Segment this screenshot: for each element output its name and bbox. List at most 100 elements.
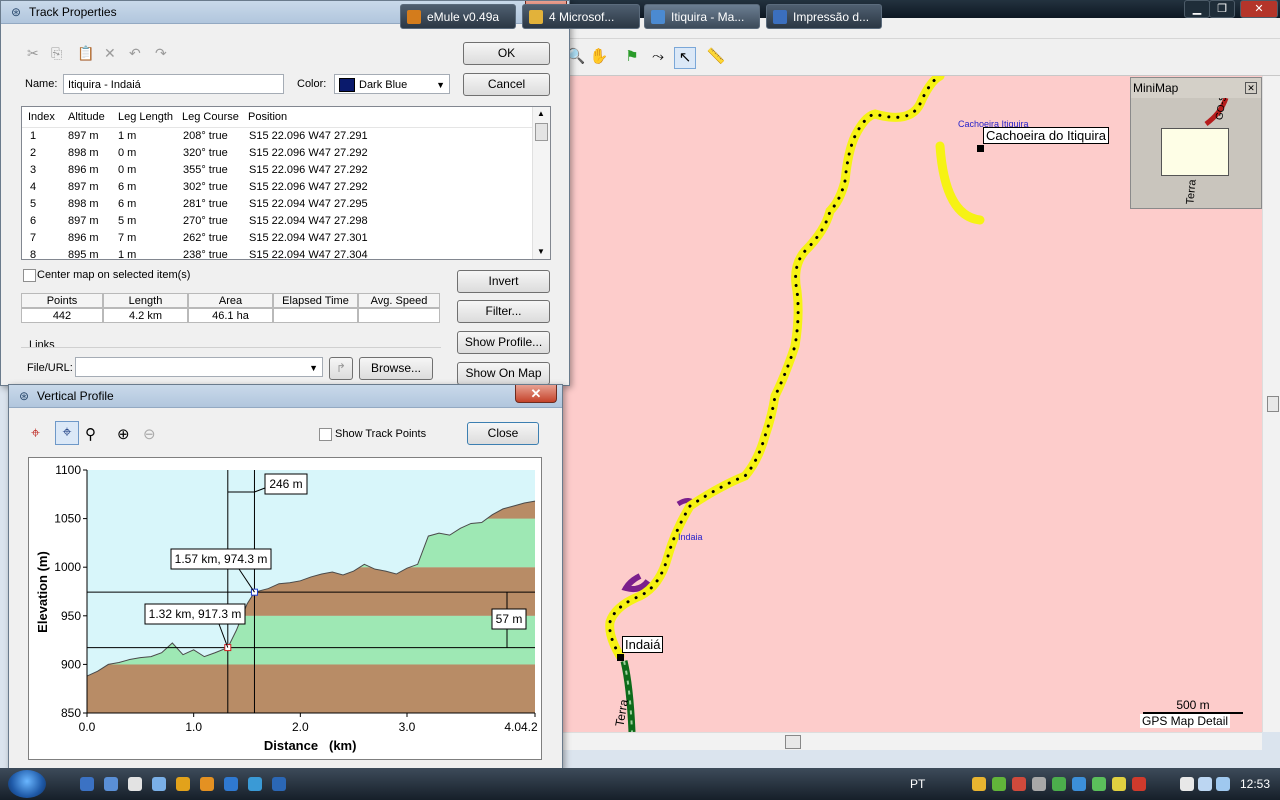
paste-icon[interactable]: 📋 [77, 45, 94, 62]
show-profile-button[interactable]: Show Profile... [457, 331, 550, 354]
tray-app-icon[interactable] [1072, 777, 1086, 791]
tray-app-icon[interactable] [1112, 777, 1126, 791]
scroll-up-icon[interactable]: ▲ [537, 109, 545, 118]
task-itiquira[interactable]: Itiquira - Ma... [644, 4, 760, 29]
crosshair-icon[interactable]: ⌖ [31, 425, 40, 443]
table-scroll-thumb[interactable] [535, 123, 548, 141]
col-leg-length[interactable]: Leg Length [118, 111, 173, 123]
tray-app-icon[interactable] [1032, 777, 1046, 791]
delete-icon[interactable]: ✕ [104, 45, 116, 62]
route-tool-icon[interactable]: ⤳ [648, 47, 668, 67]
invert-button[interactable]: Invert [457, 270, 550, 293]
tray-app-icon[interactable] [1012, 777, 1026, 791]
show-track-points-checkbox[interactable] [319, 428, 332, 441]
waypoint-indaia[interactable] [617, 654, 624, 661]
waypoint-cachoeira[interactable] [977, 145, 984, 152]
table-scrollbar[interactable]: ▲ ▼ [532, 107, 550, 259]
vscroll-thumb[interactable] [1267, 396, 1279, 412]
vertical-profile-titlebar[interactable]: ⊛ Vertical Profile ✕ [9, 385, 562, 408]
tray-app-icon[interactable] [992, 777, 1006, 791]
power-icon[interactable] [1216, 777, 1230, 791]
browse-button[interactable]: Browse... [359, 357, 433, 380]
col-leg-course[interactable]: Leg Course [182, 111, 239, 123]
show-on-map-button[interactable]: Show On Map [457, 362, 550, 385]
task-impressao[interactable]: Impressão d... [766, 4, 882, 29]
profile-chart[interactable]: 850 900 950 1000 1050 1100 0.0 1.0 2.0 3.0 4.04.2 D… [29, 458, 541, 759]
minimap-viewport[interactable] [1161, 128, 1229, 176]
close-app-icon[interactable]: ✕ [1240, 0, 1278, 18]
track-line[interactable] [605, 76, 945, 661]
start-button[interactable] [8, 770, 46, 798]
table-row[interactable]: 4 897 m 6 m 302° true S15 22.096 W47 27.… [22, 181, 532, 198]
table-row[interactable]: 8 895 m 1 m 238° true S15 22.094 W47 27.… [22, 249, 532, 259]
track-points-table[interactable]: Index Altitude Leg Length Leg Course Pos… [21, 106, 551, 260]
tray-folder-icon[interactable] [972, 777, 986, 791]
close-icon[interactable]: ✕ [515, 385, 557, 403]
zoom-out-icon[interactable]: ⊖ [143, 425, 156, 443]
tray-app-icon[interactable] [1132, 777, 1146, 791]
table-row[interactable]: 6 897 m 5 m 270° true S15 22.094 W47 27.… [22, 215, 532, 232]
minimap-map[interactable]: GO-S Terra [1131, 98, 1261, 208]
gps-globe-icon[interactable] [272, 777, 286, 791]
zoom-in-icon[interactable]: ⊕ [117, 425, 130, 443]
chevron-down-icon: ▼ [436, 80, 445, 90]
minimap-close-icon[interactable]: ✕ [1245, 82, 1257, 94]
col-index[interactable]: Index [28, 111, 55, 123]
close-button[interactable]: Close [467, 422, 539, 445]
select-tool-icon[interactable]: ↖ [674, 47, 696, 69]
copy-icon[interactable]: ⎘ [51, 45, 62, 62]
table-row[interactable]: 7 896 m 7 m 262° true S15 22.094 W47 27.… [22, 232, 532, 249]
profile-chart-frame[interactable]: 850 900 950 1000 1050 1100 0.0 1.0 2.0 3.0 4.04.2 D… [28, 457, 542, 760]
center-map-checkbox[interactable] [23, 269, 36, 282]
cell-leg-length: 7 m [118, 232, 137, 244]
redo-icon[interactable]: ↷ [155, 45, 167, 62]
measure-tool-icon[interactable]: 📏 [706, 47, 726, 67]
messenger-icon[interactable] [152, 777, 166, 791]
clock[interactable]: 12:53 [1240, 777, 1270, 791]
hscroll-thumb[interactable] [785, 735, 801, 749]
name-input[interactable]: Itiquira - Indaiá [63, 74, 284, 94]
table-row[interactable]: 2 898 m 0 m 320° true S15 22.096 W47 27.… [22, 147, 532, 164]
map-vertical-scrollbar[interactable] [1262, 76, 1280, 732]
color-select[interactable]: Dark Blue ▼ [334, 74, 450, 94]
map-label-cachoeira[interactable]: Cachoeira do Itiquira [983, 127, 1109, 144]
language-indicator[interactable]: PT [910, 777, 925, 791]
go-link-icon[interactable]: ↱ [329, 357, 353, 380]
cut-icon[interactable]: ✂ [27, 45, 39, 62]
explorer-icon[interactable] [104, 777, 118, 791]
task-microsoft[interactable]: 4 Microsof... [522, 4, 640, 29]
minimize-icon[interactable]: ▁ [1184, 0, 1210, 18]
measure-crosshair-icon[interactable]: ⌖ [55, 421, 79, 445]
waypoint-flag-icon[interactable]: ⚑ [622, 47, 642, 67]
tray-app-icon[interactable] [1052, 777, 1066, 791]
maximize-icon[interactable]: ❐ [1209, 0, 1235, 18]
network-icon[interactable] [1180, 777, 1194, 791]
tray-app-icon[interactable] [1092, 777, 1106, 791]
scroll-down-icon[interactable]: ▼ [537, 247, 545, 256]
table-row[interactable]: 1 897 m 1 m 208° true S15 22.096 W47 27.… [22, 130, 532, 147]
filter-button[interactable]: Filter... [457, 300, 550, 323]
undo-icon[interactable]: ↶ [129, 45, 141, 62]
table-row[interactable]: 3 896 m 0 m 355° true S15 22.096 W47 27.… [22, 164, 532, 181]
col-position[interactable]: Position [248, 111, 287, 123]
hand-icon[interactable]: ✋ [589, 47, 609, 67]
ie-icon[interactable] [224, 777, 238, 791]
table-row[interactable]: 5 898 m 6 m 281° true S15 22.094 W47 27.… [22, 198, 532, 215]
folder-icon[interactable] [200, 777, 214, 791]
show-desktop-icon[interactable] [80, 777, 94, 791]
mail-icon[interactable] [128, 777, 142, 791]
zoom-box-icon[interactable]: ⚲ [85, 425, 96, 443]
file-url-input[interactable]: ▼ [75, 357, 323, 377]
col-altitude[interactable]: Altitude [68, 111, 105, 123]
task-emule[interactable]: eMule v0.49a [400, 4, 516, 29]
cell-leg-length: 1 m [118, 130, 137, 142]
minimap-panel[interactable]: MiniMap ✕ GO-S Terra [1130, 77, 1262, 209]
ok-button[interactable]: OK [463, 42, 550, 65]
cell-altitude: 896 m [68, 164, 99, 176]
search-icon[interactable] [248, 777, 262, 791]
volume-icon[interactable] [1198, 777, 1212, 791]
map-horizontal-scrollbar[interactable] [560, 732, 1262, 750]
cancel-button[interactable]: Cancel [463, 73, 550, 96]
media-icon[interactable] [176, 777, 190, 791]
map-label-indaia[interactable]: Indaiá [622, 636, 664, 653]
